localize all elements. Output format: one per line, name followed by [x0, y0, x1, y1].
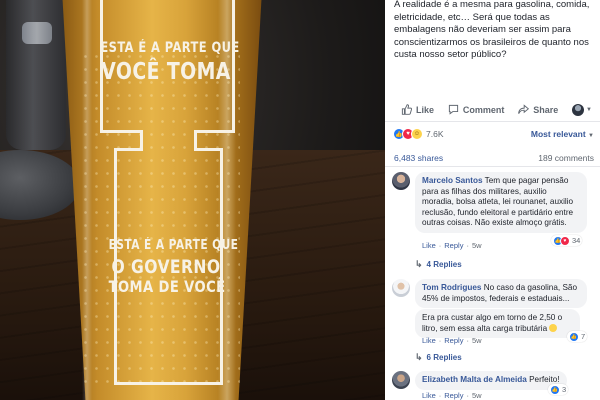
glass-line-base [114, 382, 223, 385]
comment-reaction-count: 7 [581, 332, 586, 341]
post-photo[interactable]: ESTA É A PARTE QUE VOCÊ TOMA ESTA É A PA… [0, 0, 385, 400]
replies-label: 4 Replies [426, 260, 462, 269]
comment-timestamp: 5w [471, 336, 482, 345]
like-thumb-icon [401, 104, 412, 115]
glass-line-notch-right [194, 130, 197, 150]
like-reaction-icon: 👍 [569, 331, 579, 342]
post-actions-bar: Like Comment Share ▼ [385, 98, 600, 122]
comment-reactions[interactable]: 👍 3 [548, 384, 569, 395]
glass-line-right-top [232, 0, 235, 132]
comment-meta: Like · Reply · 5w [422, 241, 482, 250]
comment-bubble-continued: Era pra custar algo em torno de 2,50 o l… [415, 309, 580, 339]
like-button[interactable]: Like [401, 104, 434, 115]
glass-line-mid-right [194, 148, 222, 151]
like-reaction-icon: 👍 [550, 384, 560, 395]
glass-line-mid-left [114, 148, 143, 151]
comment-button[interactable]: Comment [448, 104, 505, 115]
glass-line-bracket-right [194, 130, 235, 133]
post-side-panel: A realidade é a mesma para gasolina, com… [385, 0, 600, 400]
counts-row: 6,483 shares 189 comments [385, 151, 600, 165]
avatar[interactable] [392, 371, 410, 389]
sad-face-icon [549, 323, 558, 332]
divider [385, 166, 600, 167]
share-label: Share [533, 104, 559, 115]
bottle-highlight [22, 22, 52, 44]
comment-reply-link[interactable]: Reply [444, 336, 463, 345]
glass-text-top-1: ESTA É A PARTE QUE [100, 40, 240, 56]
post-caption: A realidade é a mesma para gasolina, com… [394, 0, 590, 60]
comment-reply-link[interactable]: Reply [444, 241, 463, 250]
reply-arrow-icon: ↳ [415, 259, 423, 269]
replies-label: 6 Replies [426, 353, 462, 362]
post-as-selector[interactable]: ▼ [572, 103, 592, 116]
share-icon [518, 104, 530, 114]
comment-reactions[interactable]: 👍 ♥ 34 [551, 235, 583, 246]
comment-like-link[interactable]: Like [422, 391, 436, 400]
comment-icon [448, 104, 458, 115]
comment-text-2: Era pra custar algo em torno de 2,50 o l… [422, 313, 563, 333]
view-replies-link[interactable]: ↳ 6 Replies [415, 352, 462, 363]
reply-arrow-icon: ↳ [415, 352, 423, 362]
reaction-summary[interactable]: 👍 ♥ ☺ 7.6K [393, 128, 444, 140]
comment-meta: Like · Reply · 5w [422, 336, 482, 345]
love-reaction-icon: ♥ [560, 235, 570, 246]
avatar[interactable] [392, 279, 410, 297]
comment-reaction-count: 34 [572, 236, 581, 245]
comment-label: Comment [462, 104, 505, 115]
glass-text-bottom-2: O GOVERNO [111, 256, 221, 278]
like-label: Like [416, 104, 435, 115]
comment-reply-link[interactable]: Reply [444, 391, 463, 400]
glass-text-bottom-1: ESTA É A PARTE QUE [108, 238, 239, 253]
glass-highlight-left [82, 0, 92, 400]
sort-comments-dropdown[interactable]: Most relevant ▼ [531, 129, 594, 139]
chevron-down-icon: ▼ [588, 133, 594, 139]
condensation [80, 50, 240, 390]
comment-author[interactable]: Tom Rodrigues [422, 283, 481, 292]
sort-label: Most relevant [530, 129, 586, 139]
glass-text-top-2: VOCÊ TOMA [101, 59, 231, 85]
comment-text: Perfeito! [529, 375, 560, 384]
haha-reaction-icon: ☺ [411, 128, 423, 140]
comment-like-link[interactable]: Like [422, 336, 436, 345]
comment-reaction-count: 3 [562, 385, 567, 394]
share-button[interactable]: Share [518, 104, 558, 115]
shares-count[interactable]: 6,483 shares [394, 153, 443, 163]
comment-like-link[interactable]: Like [422, 241, 436, 250]
comments-count[interactable]: 189 comments [538, 153, 594, 163]
view-replies-link[interactable]: ↳ 4 Replies [415, 259, 462, 270]
comment-author[interactable]: Elizabeth Malta de Almeida [422, 375, 527, 384]
comment-author[interactable]: Marcelo Santos [422, 176, 483, 185]
comment-bubble: Elizabeth Malta de Almeida Perfeito! [415, 371, 567, 390]
comment-meta: Like · Reply · 5w [422, 391, 482, 400]
comment-bubble: Tom Rodrigues No caso da gasolina, São 4… [415, 279, 587, 309]
comment-timestamp: 5w [471, 391, 482, 400]
comment-timestamp: 5w [471, 241, 482, 250]
chevron-down-icon: ▼ [586, 106, 592, 113]
reaction-count: 7.6K [426, 129, 444, 139]
glass-text-bottom-3: TOMA DE VOCÊ [108, 277, 226, 296]
glass-line-notch-left [140, 130, 143, 150]
avatar[interactable] [392, 172, 410, 190]
comment-bubble: Marcelo Santos Tem que pagar pensão para… [415, 172, 587, 233]
avatar [572, 103, 585, 116]
comment-reactions[interactable]: 👍 7 [567, 331, 588, 342]
reactions-row: 👍 ♥ ☺ 7.6K Most relevant ▼ [385, 126, 600, 142]
glass-line-bracket-left [100, 130, 142, 133]
